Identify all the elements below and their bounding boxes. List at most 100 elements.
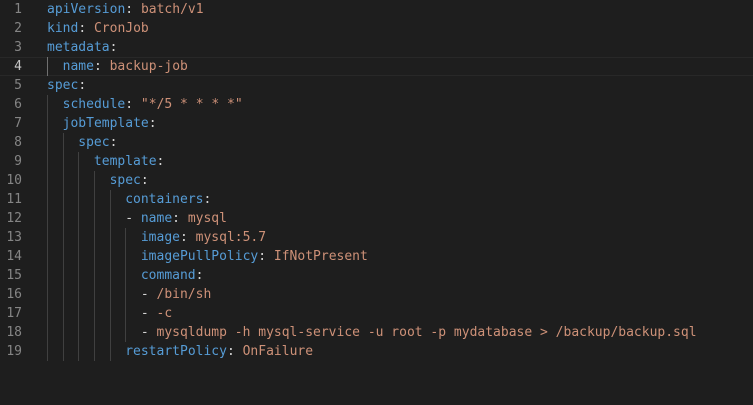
yaml-value: mysql:5.7 xyxy=(195,230,267,245)
yaml-value: CronJob xyxy=(93,21,149,36)
line-number: 11 xyxy=(6,192,22,207)
code-line[interactable]: 14 imagePullPolicy: IfNotPresent xyxy=(0,247,753,266)
indent-guide xyxy=(125,247,141,266)
indent-guide xyxy=(125,304,141,323)
code-line[interactable]: 8 spec: xyxy=(0,133,753,152)
code-line[interactable]: 11 containers: xyxy=(0,190,753,209)
indent-guide xyxy=(47,209,63,228)
yaml-value: IfNotPresent xyxy=(273,249,368,264)
line-number: 3 xyxy=(14,40,22,55)
yaml-key: containers xyxy=(125,192,204,207)
yaml-value: -c xyxy=(156,306,173,321)
line-number: 13 xyxy=(6,230,22,245)
line-number: 12 xyxy=(6,211,22,226)
indent-guide xyxy=(93,247,110,266)
indent-guide xyxy=(93,171,110,190)
line-content: image: mysql:5.7 xyxy=(47,228,266,247)
indent-guide xyxy=(78,209,94,228)
code-line[interactable]: 17 - -c xyxy=(0,304,753,323)
yaml-value: "*/5 * * * *" xyxy=(140,97,243,112)
code-line[interactable]: 3 metadata: xyxy=(0,38,753,57)
yaml-key: jobTemplate xyxy=(62,116,149,131)
indent-guide xyxy=(47,171,63,190)
indent-guide xyxy=(78,342,94,361)
yaml-value: mysql xyxy=(187,211,227,226)
code-line[interactable]: 15 command: xyxy=(0,266,753,285)
code-line[interactable]: 10 spec: xyxy=(0,171,753,190)
line-number: 18 xyxy=(6,325,22,340)
list-dash: - xyxy=(125,211,141,226)
line-number: 4 xyxy=(14,59,22,74)
indent-guide xyxy=(47,285,63,304)
indent-guide xyxy=(93,266,110,285)
code-line[interactable]: 9 template: xyxy=(0,152,753,171)
indent-guide xyxy=(125,266,141,285)
indent-guide xyxy=(93,285,110,304)
indent-guide xyxy=(125,285,141,304)
line-content: restartPolicy: OnFailure xyxy=(47,342,313,361)
indent-guide xyxy=(78,304,94,323)
indent-guide xyxy=(62,152,79,171)
code-line[interactable]: 19 restartPolicy: OnFailure xyxy=(0,342,753,361)
indent-guide xyxy=(78,323,94,342)
indent-guide xyxy=(109,285,126,304)
code-line[interactable]: 7 jobTemplate: xyxy=(0,114,753,133)
line-number: 15 xyxy=(6,268,22,283)
code-line[interactable]: 16 - /bin/sh xyxy=(0,285,753,304)
line-content: apiVersion: batch/v1 xyxy=(47,2,204,17)
line-content: schedule: "*/5 * * * *" xyxy=(47,95,243,114)
indent-guide xyxy=(109,342,126,361)
indent-guide xyxy=(78,247,94,266)
indent-guide xyxy=(93,209,110,228)
indent-guide xyxy=(78,285,94,304)
code-line[interactable]: 6 schedule: "*/5 * * * *" xyxy=(0,95,753,114)
yaml-value: backup-job xyxy=(109,59,188,74)
code-editor[interactable]: 1 apiVersion: batch/v1 2 kind: CronJob 3… xyxy=(0,0,753,405)
line-content: metadata: xyxy=(47,40,118,55)
yaml-value: /bin/sh xyxy=(156,287,212,302)
indent-guide xyxy=(109,228,126,247)
code-line[interactable]: 2 kind: CronJob xyxy=(0,19,753,38)
line-number: 6 xyxy=(14,97,22,112)
code-line[interactable]: 12 - name: mysql xyxy=(0,209,753,228)
line-content: command: xyxy=(47,266,203,285)
indent-guide xyxy=(93,190,110,209)
line-number: 10 xyxy=(6,173,22,188)
indent-guide xyxy=(47,133,63,152)
yaml-value: mysqldump -h mysql-service -u root -p my… xyxy=(156,325,697,340)
code-line-current[interactable]: 4 name: backup-job xyxy=(0,57,753,76)
code-line[interactable]: 18 - mysqldump -h mysql-service -u root … xyxy=(0,323,753,342)
yaml-key: spec xyxy=(47,78,79,93)
indent-guide xyxy=(62,190,79,209)
code-line[interactable]: 13 image: mysql:5.7 xyxy=(0,228,753,247)
line-number: 14 xyxy=(6,249,22,264)
list-dash: - xyxy=(140,306,157,321)
indent-guide xyxy=(62,247,79,266)
yaml-key: command xyxy=(140,268,196,283)
indent-guide xyxy=(62,228,79,247)
indent-guide xyxy=(62,285,79,304)
line-content: - mysqldump -h mysql-service -u root -p … xyxy=(47,323,697,342)
line-number: 16 xyxy=(6,287,22,302)
yaml-key: spec xyxy=(109,173,141,188)
yaml-key: template xyxy=(93,154,157,169)
code-line[interactable]: 5 spec: xyxy=(0,76,753,95)
line-number: 19 xyxy=(6,344,22,359)
line-number: 7 xyxy=(14,116,22,131)
yaml-key: schedule xyxy=(62,97,126,112)
yaml-key: restartPolicy xyxy=(125,344,227,359)
line-content: - -c xyxy=(47,304,172,323)
yaml-key: image xyxy=(140,230,180,245)
indent-guide xyxy=(93,323,110,342)
line-content: spec: xyxy=(47,78,87,93)
yaml-key: apiVersion xyxy=(47,2,126,17)
indent-guide xyxy=(109,190,126,209)
indent-guide xyxy=(47,342,63,361)
indent-guide xyxy=(62,342,79,361)
indent-guide xyxy=(47,152,63,171)
line-content: spec: xyxy=(47,171,149,190)
yaml-key: name xyxy=(140,211,173,226)
code-line[interactable]: 1 apiVersion: batch/v1 xyxy=(0,0,753,19)
indent-guide xyxy=(93,228,110,247)
list-dash: - xyxy=(140,325,157,340)
